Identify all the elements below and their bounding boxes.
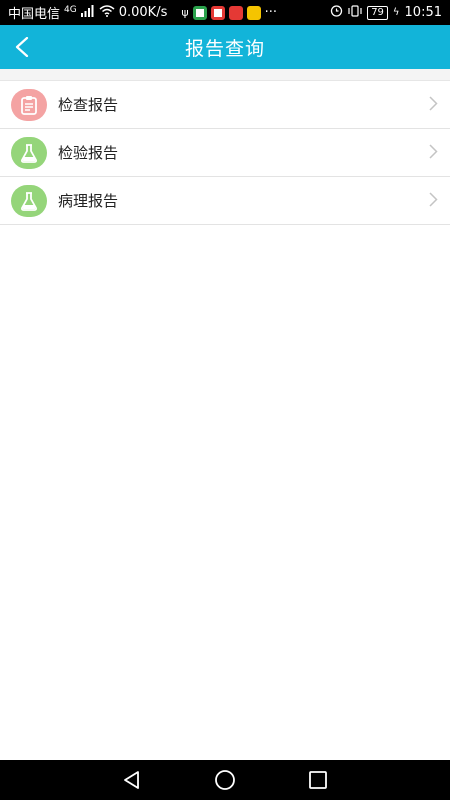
square-recents-icon — [309, 771, 328, 789]
circle-home-icon — [215, 770, 235, 790]
usb-icon: ψ — [181, 6, 189, 19]
triangle-back-icon — [123, 771, 139, 789]
menu-item-lab-report[interactable]: 检验报告 — [0, 129, 450, 177]
notification-icons: ψ ··· — [181, 5, 277, 20]
app-notification-icon — [246, 5, 261, 20]
chevron-right-icon — [429, 144, 438, 159]
app-notification-icon — [192, 5, 207, 20]
nav-back-button[interactable] — [112, 760, 152, 800]
menu-item-label: 检验报告 — [58, 144, 119, 162]
chevron-left-icon — [15, 37, 29, 57]
chevron-right-icon — [429, 96, 438, 111]
network-speed: 0.00K/s — [118, 5, 168, 20]
report-menu-list: 检查报告 检验报告 病理报告 — [0, 81, 450, 225]
menu-item-label: 检查报告 — [58, 96, 119, 114]
vibrate-icon — [348, 4, 362, 21]
system-nav-bar — [0, 760, 450, 800]
network-type: 4G — [64, 4, 77, 15]
signal-icon — [80, 4, 95, 21]
wifi-icon — [99, 4, 115, 21]
status-bar: 中国电信 4G 0.00K/s ψ ··· 79 ϟ 10:51 — [0, 0, 450, 25]
clock: 10:51 — [404, 5, 442, 20]
back-button[interactable] — [0, 25, 44, 69]
status-right: 79 ϟ 10:51 — [330, 4, 442, 21]
carrier-label: 中国电信 — [8, 7, 61, 22]
flask-icon — [11, 136, 47, 169]
status-left: 中国电信 4G 0.00K/s — [8, 3, 167, 22]
battery-icon: 79 — [367, 5, 388, 20]
more-notifications: ··· — [264, 5, 278, 20]
app-bar: 报告查询 — [0, 25, 450, 69]
alarm-icon — [330, 4, 343, 21]
flask-icon — [11, 184, 47, 217]
app-notification-icon — [210, 5, 225, 20]
app-notification-icon — [228, 5, 243, 20]
clipboard-icon — [11, 88, 47, 121]
charging-icon: ϟ — [392, 7, 400, 18]
nav-home-button[interactable] — [205, 760, 245, 800]
chevron-right-icon — [429, 192, 438, 207]
page-title: 报告查询 — [184, 37, 265, 60]
nav-recents-button[interactable] — [298, 760, 338, 800]
menu-item-pathology-report[interactable]: 病理报告 — [0, 177, 450, 225]
menu-item-exam-report[interactable]: 检查报告 — [0, 81, 450, 129]
section-divider — [0, 69, 450, 81]
menu-item-label: 病理报告 — [58, 192, 119, 210]
